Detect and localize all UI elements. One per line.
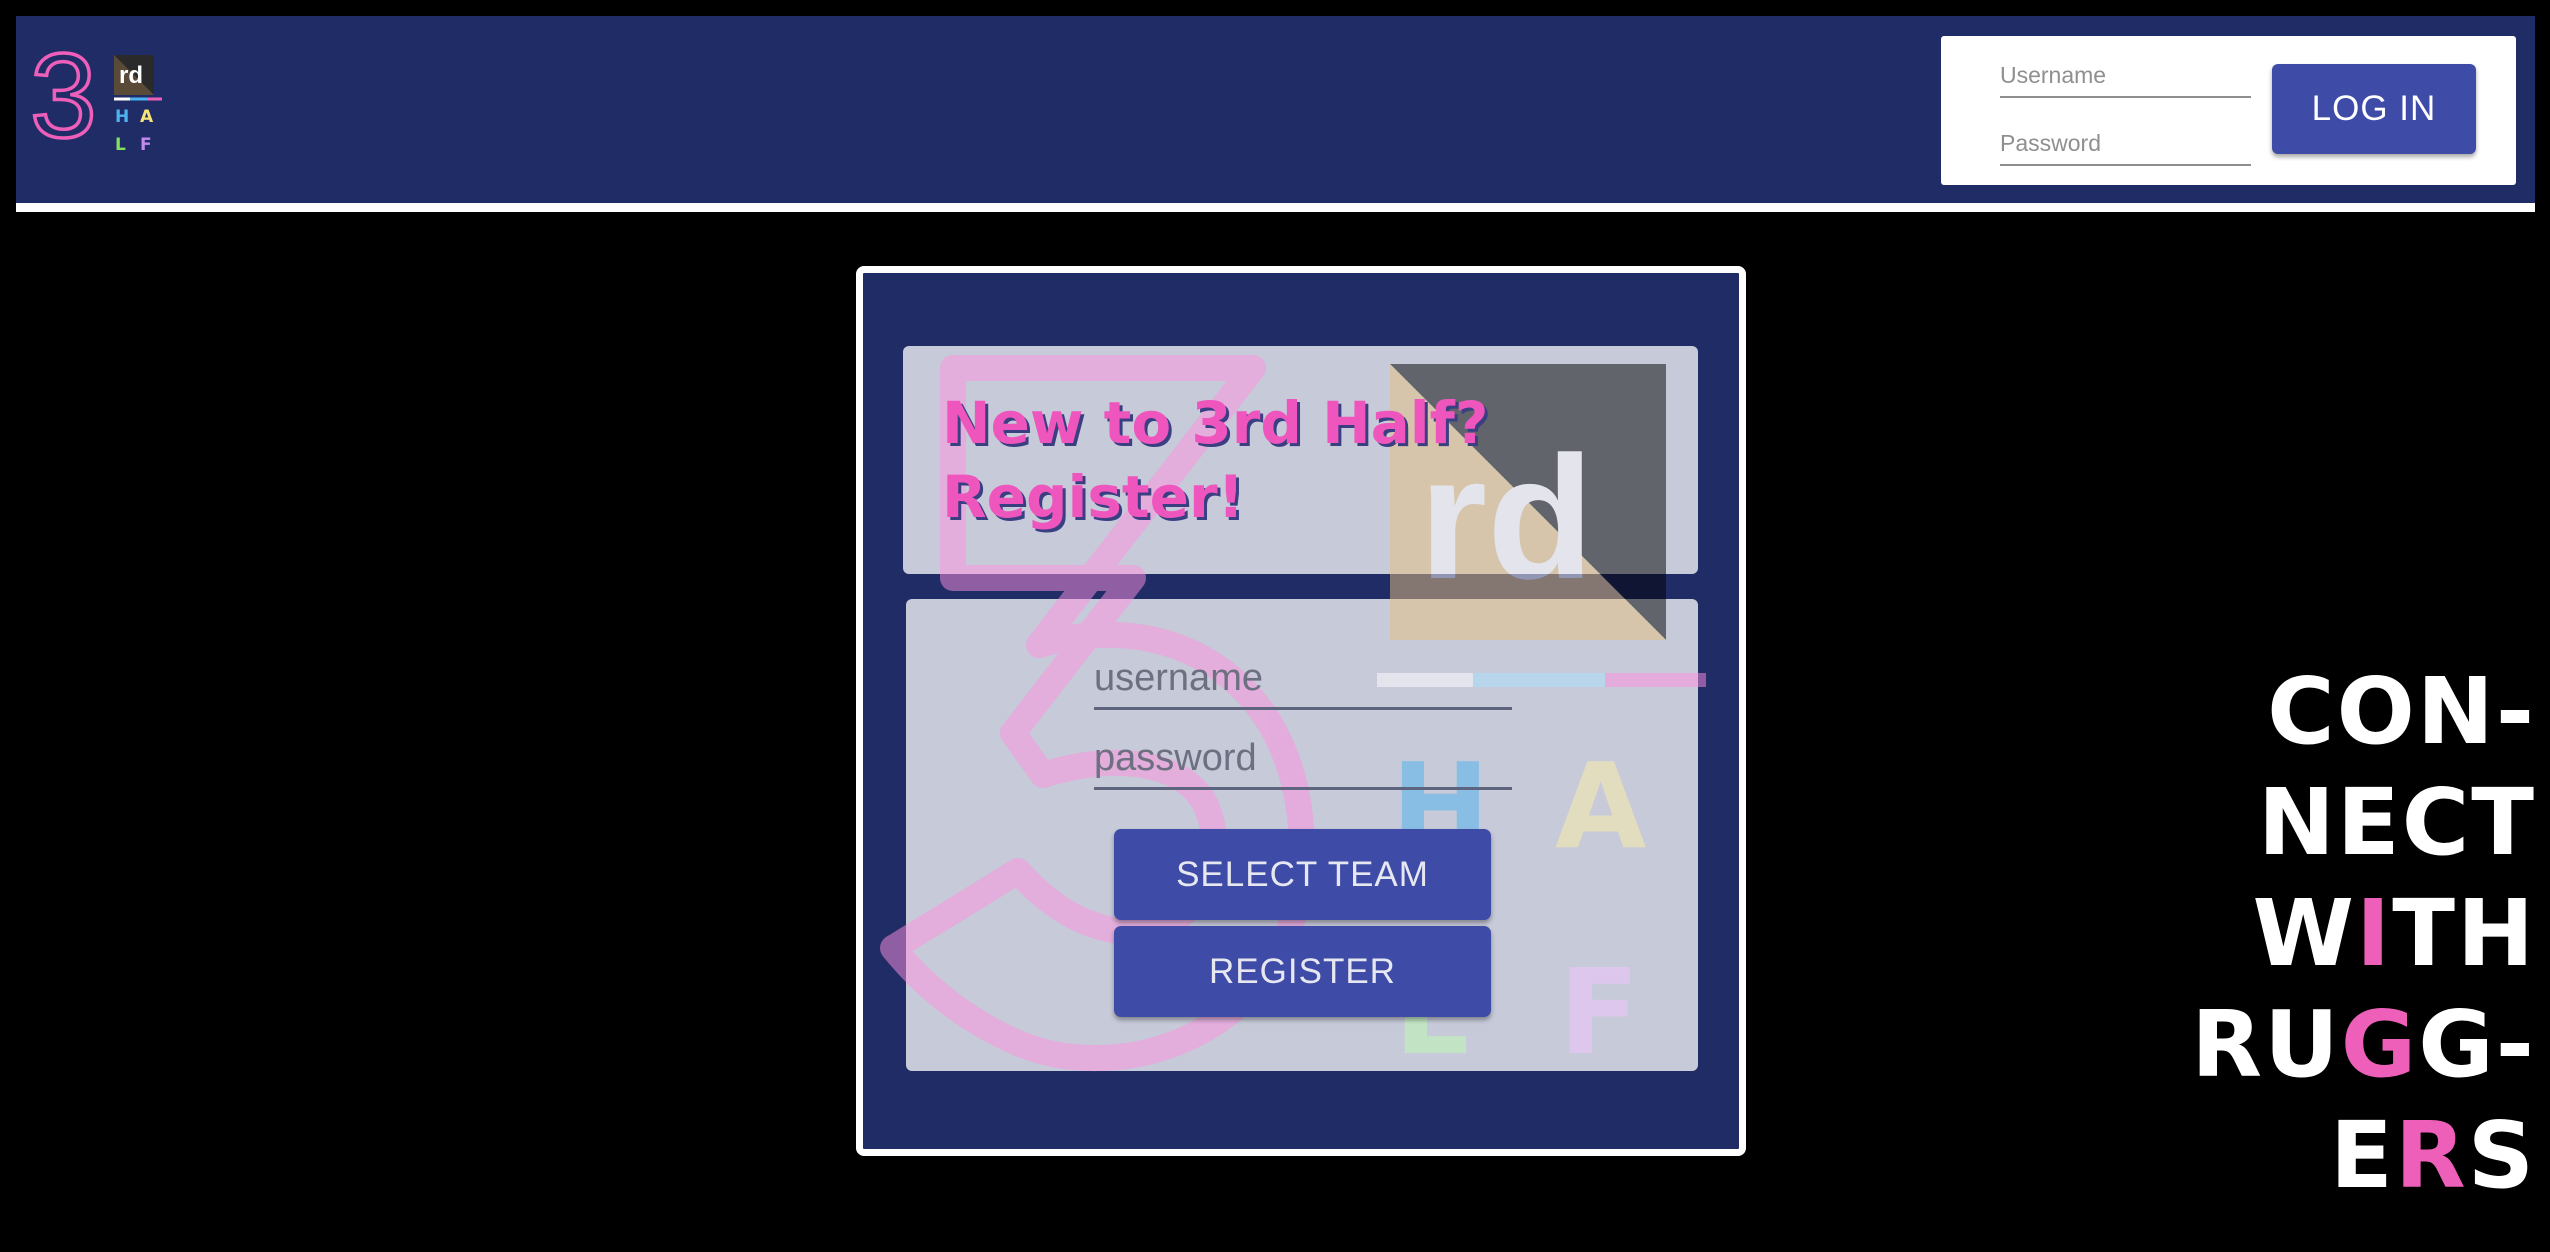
select-team-button[interactable]: SELECT TEAM: [1114, 829, 1491, 920]
logo-letter-h: H: [115, 107, 129, 127]
slogan: CON- NECT WITH RUGG- ERS: [2116, 656, 2536, 1211]
slogan-line-4: RUGG-: [2116, 989, 2536, 1100]
slogan-text: TH: [2392, 880, 2536, 987]
slogan-highlight: G: [2340, 991, 2419, 1098]
slogan-text: RU: [2191, 991, 2341, 1098]
slogan-text: W: [2252, 880, 2356, 987]
slogan-highlight: I: [2356, 880, 2393, 987]
slogan-line-1: CON-: [2267, 658, 2536, 765]
slogan-line-3: WITH: [2116, 878, 2536, 989]
slogan-highlight: R: [2394, 1102, 2468, 1209]
header-username-input[interactable]: [2000, 54, 2251, 98]
login-button[interactable]: LOG IN: [2272, 64, 2476, 154]
slogan-line-5: ERS: [2116, 1100, 2536, 1211]
logo-letter-f: F: [140, 135, 152, 155]
register-button[interactable]: REGISTER: [1114, 926, 1491, 1017]
slogan-text: G-: [2418, 991, 2536, 1098]
header-divider: [16, 203, 2535, 212]
logo-superscript: rd: [119, 62, 143, 89]
logo-letter-l: L: [115, 135, 126, 155]
register-password-input[interactable]: [1094, 730, 1512, 790]
slogan-line-2: NECT: [2257, 769, 2536, 876]
slogan-text: E: [2330, 1102, 2395, 1209]
register-heading: New to 3rd Half? Register!: [942, 386, 1502, 534]
slogan-text: S: [2467, 1102, 2536, 1209]
header-password-input[interactable]: [2000, 122, 2251, 166]
logo-numeral: 3: [30, 37, 97, 161]
logo-letter-a: A: [140, 107, 154, 127]
register-card: rd H A L F New to 3rd Half? Register! SE…: [856, 266, 1746, 1156]
login-form: LOG IN: [1941, 36, 2516, 185]
brand-logo[interactable]: 3 rd H A L F: [30, 37, 170, 161]
register-heading-line2: Register!: [942, 463, 1245, 531]
register-heading-line1: New to 3rd Half?: [942, 389, 1489, 457]
register-username-input[interactable]: [1094, 650, 1512, 710]
